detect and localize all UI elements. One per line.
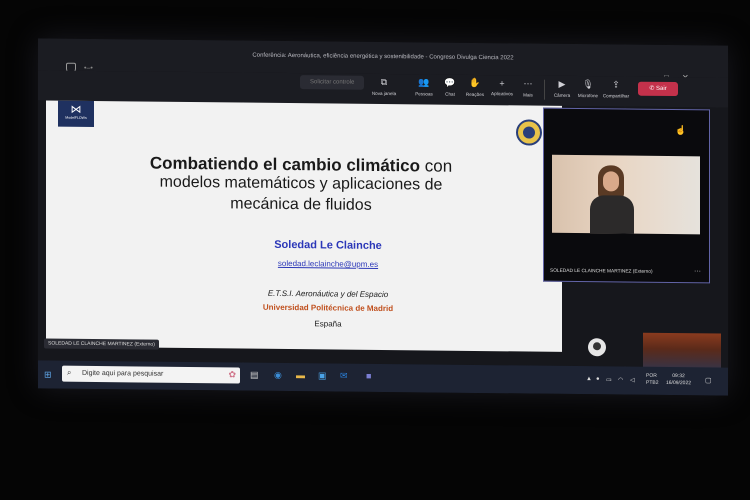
tray-chevron-icon[interactable]: ▲ [586, 376, 592, 382]
slide-country: España [314, 319, 342, 329]
mouse-cursor-icon: ☝ [675, 125, 687, 136]
leave-label: Sair [656, 85, 667, 92]
slide-email-link[interactable]: soledad.leclainche@upm.es [70, 257, 586, 271]
share-label: Compartilhar [602, 93, 630, 99]
share-icon: ⇪ [612, 79, 620, 90]
search-icon: ⌕ [67, 367, 72, 377]
windows-start-icon[interactable]: ⊞ [44, 369, 52, 380]
window-title: Conferência: Aeronáutica, eficiência ene… [252, 52, 514, 62]
participant-avatar[interactable] [588, 338, 606, 357]
share-button[interactable]: ⇪ Compartilhar [600, 76, 632, 98]
more-icon: ⋯ [523, 78, 533, 89]
participant-face [603, 171, 619, 192]
slide-title-line-3: mecánica de fluidos [230, 195, 372, 214]
presenter-name-tag: SOLEDAD LE CLAINCHE MARTINEZ (Externo) [44, 338, 159, 350]
input-language[interactable]: POR PTB2 [646, 373, 659, 387]
battery-icon[interactable]: ▭ [606, 376, 612, 383]
pop-out-icon: ⧉ [380, 76, 388, 88]
keyboard-layout: PTB2 [646, 379, 659, 386]
search-placeholder: Digite aqui para pesquisar [82, 369, 164, 378]
network-icon[interactable]: ◠ [618, 376, 623, 383]
university-seal-icon [516, 119, 542, 146]
slide-author: Soledad Le Clainche [274, 238, 382, 252]
notifications-icon[interactable]: ▢ [705, 376, 712, 384]
clock-date: 16/09/2022 [666, 379, 692, 387]
meeting-stage: ⋈ ModelFLOWs Combatiendo el cambio climá… [38, 100, 728, 374]
logo-text: ModelFLOWs [65, 115, 87, 120]
leave-button[interactable]: ✆ Sair [638, 81, 678, 97]
system-clock[interactable]: 09:32 16/09/2022 [666, 373, 691, 387]
store-icon[interactable]: ▣ [318, 370, 327, 381]
edge-browser-icon[interactable]: ◉ [274, 370, 282, 381]
teams-icon[interactable]: ■ [366, 371, 371, 381]
task-view-icon[interactable]: ▤ [250, 370, 259, 381]
slide-title-bold: Combatiendo el cambio climático [149, 153, 421, 176]
participant-torso [590, 195, 634, 234]
more-label: Mais [523, 92, 533, 98]
toolbar-divider [544, 79, 545, 100]
slide-title-rest: con [420, 156, 453, 176]
slide-school: E.T.S.I. Aeronáutica y del Espacio [267, 288, 389, 300]
take-control-button[interactable]: Solicitar controle [300, 75, 365, 90]
pop-out-label: Nova janela [371, 90, 397, 97]
logo-mark-icon: ⋈ [70, 103, 82, 116]
monitor-screen: •–• Conferência: Aeronáutica, eficiência… [38, 38, 728, 396]
search-highlight-icon: ✿ [228, 369, 236, 380]
pop-out-button[interactable]: ⧉ Nova janela [368, 74, 400, 96]
taskbar-search[interactable]: ⌕ Digite aqui para pesquisar ✿ [62, 365, 240, 384]
phone-icon: ✆ [649, 85, 657, 92]
mail-icon[interactable]: ✉ [340, 371, 348, 382]
shared-slide: ⋈ ModelFLOWs Combatiendo el cambio climá… [46, 100, 562, 352]
tray-mic-icon[interactable]: ● [596, 376, 600, 382]
tile-more-icon[interactable]: ⋯ [694, 267, 701, 275]
participant-name: SOLEDAD LE CLAINCHE MARTINEZ (Externo) [550, 268, 653, 275]
more-button[interactable]: ⋯ Mais [512, 75, 544, 97]
volume-icon[interactable]: ◁ [630, 377, 635, 384]
windows-taskbar: ⊞ ⌕ Digite aqui para pesquisar ✿ ▤ ◉ ▬ ▣… [38, 360, 728, 396]
slide-university: Universidad Politécnica de Madrid [262, 302, 394, 314]
participant-video [552, 154, 700, 235]
slide-title-line-2: modelos matemáticos y aplicaciones de [159, 173, 443, 194]
file-explorer-icon[interactable]: ▬ [296, 370, 305, 380]
project-logo: ⋈ ModelFLOWs [58, 100, 94, 127]
participant-figure [590, 165, 634, 234]
